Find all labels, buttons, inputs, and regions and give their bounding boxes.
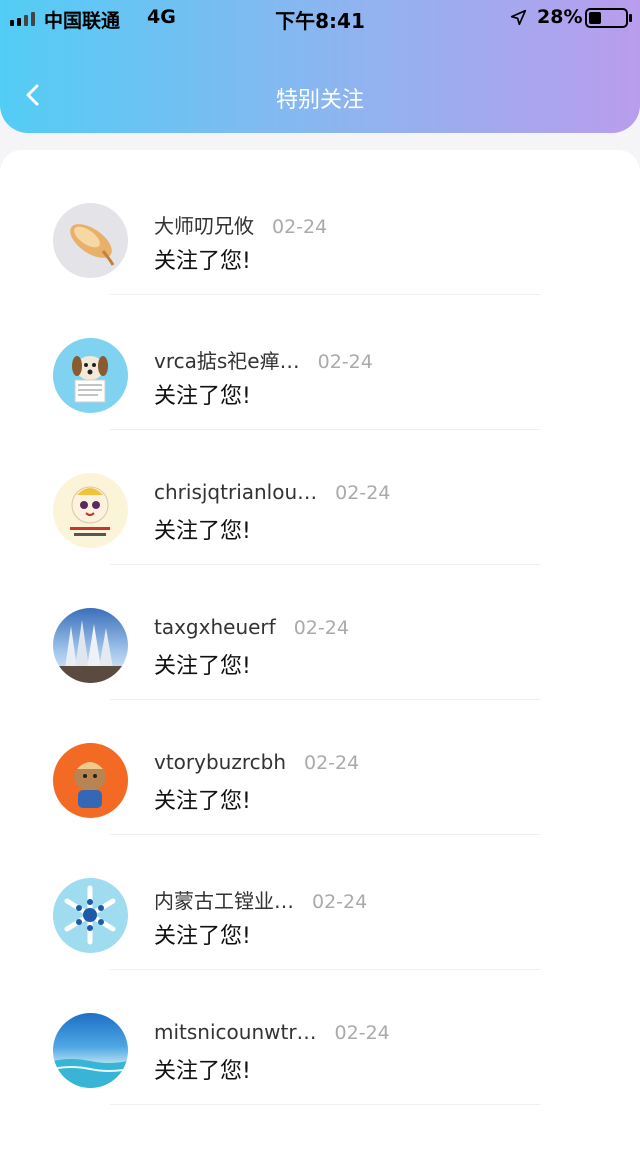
divider — [110, 969, 540, 970]
avatar[interactable] — [53, 608, 128, 683]
follow-date: 02-24 — [335, 482, 391, 504]
follower-name[interactable]: vtorybuzrcbh — [154, 750, 286, 774]
follow-message: 关注了您! — [154, 654, 251, 679]
list-item[interactable]: 大师叨兄攸 02-24 关注了您! — [0, 200, 640, 335]
ocean-avatar-icon — [53, 1059, 128, 1088]
follow-message: 关注了您! — [154, 1059, 251, 1084]
follow-list: 大师叨兄攸 02-24 关注了您! vrca掂s祀e瘅… 02-24 关注了您! — [0, 150, 640, 1150]
follow-date: 02-24 — [304, 752, 360, 774]
follower-name[interactable]: 内蒙古工镗业… — [154, 889, 294, 913]
snowflake-avatar-icon — [64, 885, 116, 945]
avatar[interactable] — [53, 878, 128, 953]
list-item[interactable]: 内蒙古工镗业… 02-24 关注了您! — [0, 875, 640, 1010]
avatar[interactable] — [53, 1013, 128, 1088]
snowy-trees-avatar-icon — [53, 620, 128, 683]
location-arrow-icon — [510, 9, 527, 26]
divider — [110, 834, 540, 835]
follow-message: 关注了您! — [154, 249, 251, 274]
follow-message: 关注了您! — [154, 384, 251, 409]
battery-icon — [585, 8, 632, 28]
follow-message: 关注了您! — [154, 519, 251, 544]
follow-date: 02-24 — [334, 1022, 390, 1044]
list-item[interactable]: taxgxheuerf 02-24 关注了您! — [0, 605, 640, 740]
follower-name[interactable]: mitsnicounwtr… — [154, 1020, 317, 1044]
battery-percent: 28% — [537, 6, 583, 28]
divider — [110, 699, 540, 700]
divider — [110, 294, 540, 295]
shell-avatar-icon — [70, 224, 115, 266]
follow-date: 02-24 — [272, 216, 328, 238]
avatar[interactable] — [53, 743, 128, 818]
follow-message: 关注了您! — [154, 924, 251, 949]
header: 中国联通 4G 下午8:41 28% 特别关注 — [0, 0, 640, 133]
follower-name[interactable]: vrca掂s祀e瘅… — [154, 349, 300, 373]
follow-date: 02-24 — [317, 351, 373, 373]
follow-date: 02-24 — [312, 891, 368, 913]
list-item[interactable]: mitsnicounwtr… 02-24 关注了您! — [0, 1010, 640, 1145]
list-item[interactable]: vtorybuzrcbh 02-24 关注了您! — [0, 740, 640, 875]
cartoon-animal-avatar-icon — [74, 762, 106, 808]
follower-name[interactable]: 大师叨兄攸 — [154, 214, 254, 238]
divider — [110, 564, 540, 565]
follower-name[interactable]: chrisjqtrianlou… — [154, 480, 317, 504]
divider — [110, 429, 540, 430]
follow-date: 02-24 — [293, 617, 349, 639]
avatar[interactable] — [53, 338, 128, 413]
list-item[interactable]: chrisjqtrianlou… 02-24 关注了您! — [0, 470, 640, 605]
divider — [110, 1104, 540, 1105]
avatar[interactable] — [53, 473, 128, 548]
avatar[interactable] — [53, 203, 128, 278]
follow-message: 关注了您! — [154, 789, 251, 814]
status-bar: 中国联通 4G 下午8:41 28% — [0, 0, 640, 36]
list-item[interactable]: vrca掂s祀e瘅… 02-24 关注了您! — [0, 335, 640, 470]
follower-name[interactable]: taxgxheuerf — [154, 615, 276, 639]
dog-avatar-icon — [72, 356, 108, 403]
page-title: 特别关注 — [275, 88, 364, 113]
cartoon-face-avatar-icon — [70, 486, 110, 536]
